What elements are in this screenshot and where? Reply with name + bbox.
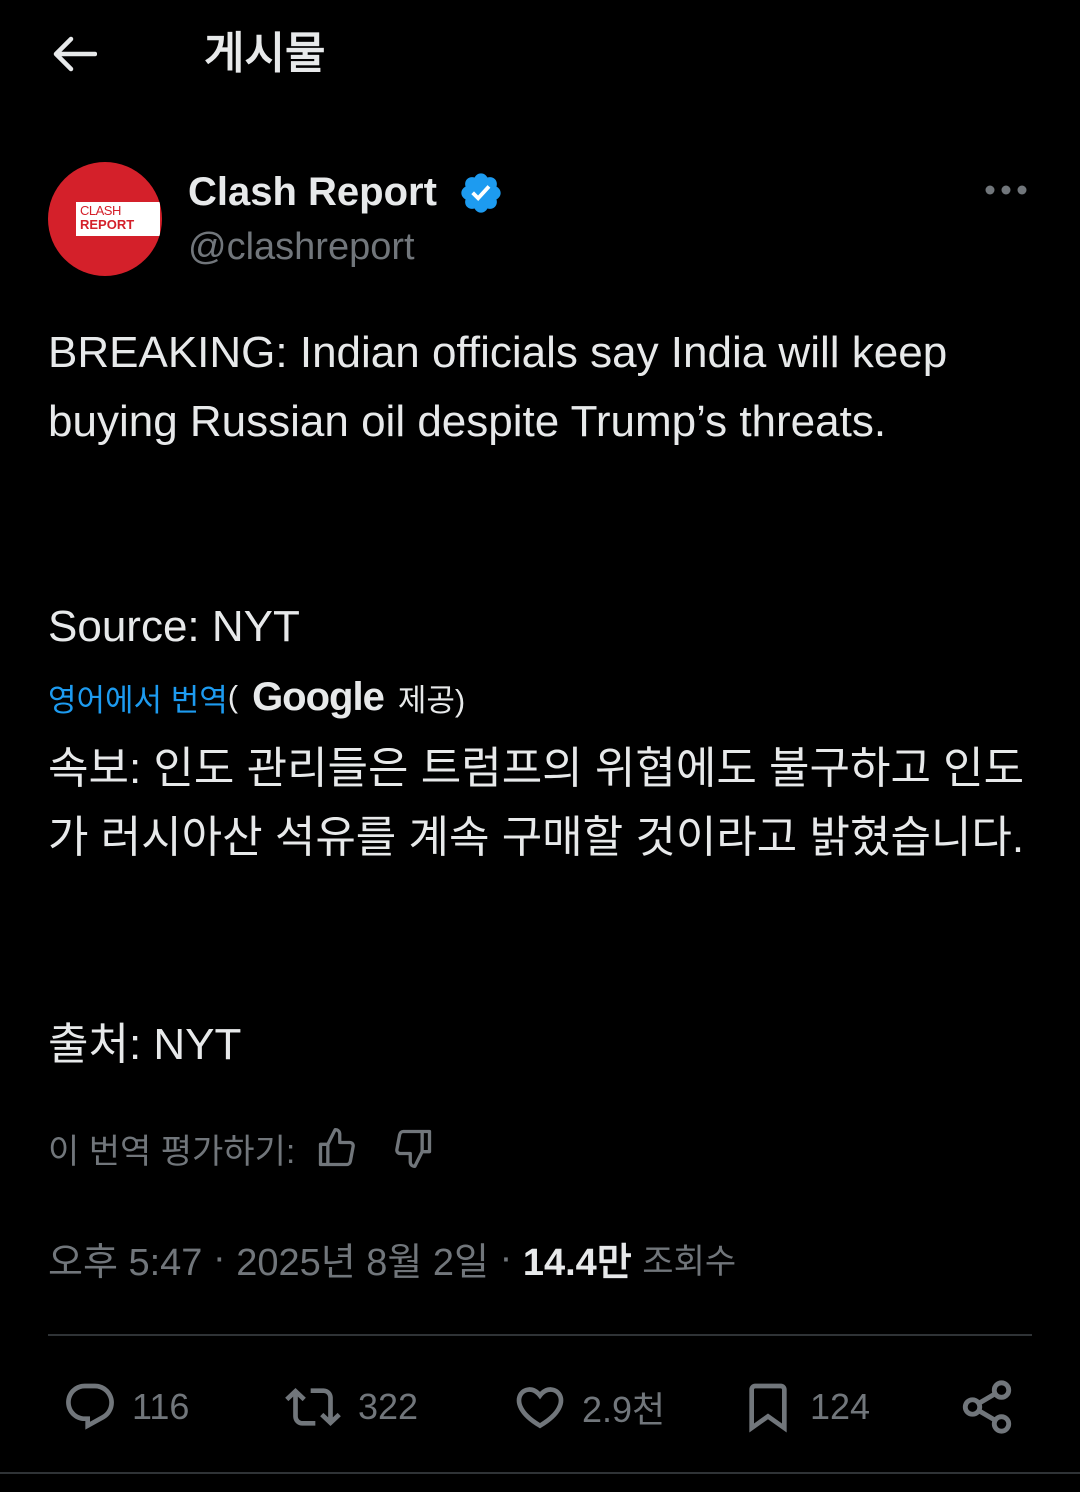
share-icon (962, 1380, 1012, 1434)
avatar-logo-line2: REPORT (80, 217, 135, 232)
display-name[interactable]: Clash Report (188, 166, 437, 218)
verified-badge-icon (461, 173, 501, 213)
share-button[interactable] (958, 1372, 1016, 1442)
views-label: 조회수 (642, 1242, 737, 1281)
translated-text: 속보: 인도 관리들은 트럼프의 위협에도 불구하고 인도가 러시아산 석유를 … (48, 744, 1025, 862)
like-button[interactable]: 2.9천 (512, 1372, 665, 1442)
tweet-text: BREAKING: Indian officials say India wil… (48, 328, 960, 446)
reply-count: 116 (132, 1386, 190, 1427)
thumbs-down-icon (395, 1129, 432, 1168)
more-options-button[interactable] (978, 172, 1034, 208)
repost-button[interactable]: 322 (282, 1372, 418, 1442)
tweet-date[interactable]: 2025년 8월 2일 (236, 1231, 489, 1286)
tweet-meta: 오후 5:47 · 2025년 8월 2일 · 14.4만 조회수 (48, 1230, 736, 1286)
heart-icon (516, 1387, 564, 1429)
action-bar: 116 322 2.9천 124 (48, 1372, 1038, 1442)
translated-source: 출처: NYT (48, 1020, 242, 1069)
tweet-source: Source: NYT (48, 602, 300, 651)
avatar-logo: CLASH REPORT (76, 202, 160, 236)
thumbs-down-button[interactable] (385, 1120, 441, 1176)
back-button[interactable] (46, 26, 102, 82)
repost-count: 322 (358, 1386, 419, 1427)
reply-button[interactable]: 116 (62, 1372, 189, 1442)
arrow-left-icon (53, 36, 97, 72)
translate-link[interactable]: 영어에서 번역 (48, 675, 228, 720)
top-bar: 게시물 (0, 0, 1080, 110)
thumbs-up-button[interactable] (309, 1120, 365, 1176)
avatar-logo-line1: CLASH (80, 203, 121, 218)
bottom-divider (0, 1472, 1080, 1474)
page-title: 게시물 (204, 29, 326, 78)
views-count: 14.4만 (522, 1241, 632, 1284)
rate-translation-row: 이 번역 평가하기: (48, 1120, 441, 1176)
thumbs-up-icon (319, 1128, 356, 1167)
more-dots-icon (985, 185, 1027, 195)
translation-attribution: 영어에서 번역 ( Google 제공) (48, 672, 465, 722)
rate-translation-label: 이 번역 평가하기: (48, 1132, 296, 1171)
author-header: CLASH REPORT Clash Report @clashreport (48, 162, 1038, 282)
bookmark-count: 124 (810, 1386, 871, 1427)
like-count: 2.9천 (582, 1389, 666, 1430)
meta-separator: · (202, 1236, 237, 1279)
bookmark-icon (749, 1383, 787, 1433)
google-logo: Google (252, 674, 385, 719)
reply-icon (66, 1383, 114, 1430)
tweet-time[interactable]: 오후 5:47 (48, 1231, 202, 1286)
repost-icon (285, 1388, 341, 1426)
provided-label: 제공) (397, 682, 466, 718)
bookmark-button[interactable]: 124 (740, 1372, 870, 1442)
avatar[interactable]: CLASH REPORT (48, 162, 162, 276)
open-paren: ( (227, 679, 239, 714)
meta-separator-2: · (489, 1236, 523, 1279)
user-handle[interactable]: @clashreport (188, 222, 415, 272)
divider (48, 1334, 1032, 1336)
